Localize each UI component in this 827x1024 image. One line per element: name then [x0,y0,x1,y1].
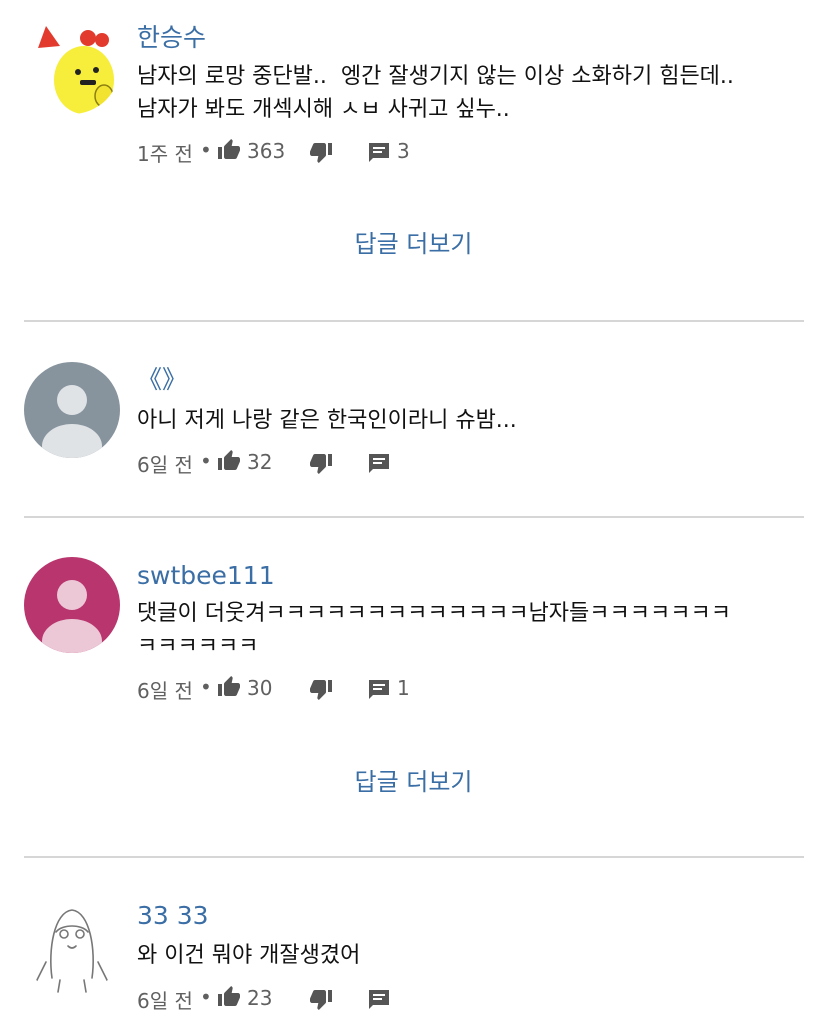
divider [24,856,804,858]
comment-author[interactable]: 《》 [137,367,187,392]
comment-icon[interactable] [367,451,391,475]
avatar[interactable] [24,900,120,996]
comment-text: 댓글이 더웃겨ㅋㅋㅋㅋㅋㅋㅋㅋㅋㅋㅋㅋㅋ남자들ㅋㅋㅋㅋㅋㅋㅋ ㅋㅋㅋㅋㅋㅋ [137,601,731,659]
thumbs-down-icon[interactable] [309,451,333,475]
reply-count: 1 [397,676,410,700]
thumbs-up-icon[interactable] [217,138,241,162]
more-replies-link[interactable]: 답글 더보기 [0,770,827,794]
reply-count: 3 [397,139,410,163]
comment-text: 아니 저게 나랑 같은 한국인이라니 슈밤... [137,408,517,433]
avatar[interactable] [24,362,120,458]
thumbs-up-icon[interactable] [217,449,241,473]
default-pink-avatar-icon [24,557,120,653]
like-count: 363 [247,139,286,163]
separator-dot: • [200,675,212,699]
comment-icon[interactable] [367,677,391,701]
thumbs-down-icon[interactable] [309,140,333,164]
comment-text: 남자의 로망 중단발.. 엥간 잘생기지 않는 이상 소화하기 힘든데.. 남자… [137,64,734,122]
more-replies-link[interactable]: 답글 더보기 [0,232,827,256]
separator-dot: • [200,449,212,473]
comment-time: 6일 전 [137,989,193,1013]
comment-text: 와 이건 뭐야 개잘생겼어 [137,943,361,968]
comment-icon[interactable] [367,140,391,164]
avatar[interactable] [24,18,120,114]
separator-dot: • [200,985,212,1009]
comment-icon[interactable] [367,987,391,1011]
comment-time: 6일 전 [137,679,193,703]
like-count: 30 [247,676,273,700]
thumbs-down-icon[interactable] [309,987,333,1011]
sketch-character-avatar-icon [24,900,120,996]
separator-dot: • [200,138,212,162]
divider [24,516,804,518]
like-count: 23 [247,986,273,1010]
like-count: 32 [247,450,273,474]
thumbs-down-icon[interactable] [309,677,333,701]
comment-time: 1주 전 [137,142,193,166]
comment-author[interactable]: swtbee111 [137,563,275,588]
comment-author[interactable]: 한승수 [137,25,206,50]
comment-author[interactable]: 33 33 [137,903,209,928]
yellow-chick-avatar-icon [24,18,120,114]
thumbs-up-icon[interactable] [217,985,241,1009]
avatar[interactable] [24,557,120,653]
comment-time: 6일 전 [137,453,193,477]
thumbs-up-icon[interactable] [217,675,241,699]
default-gray-avatar-icon [24,362,120,458]
divider [24,320,804,322]
